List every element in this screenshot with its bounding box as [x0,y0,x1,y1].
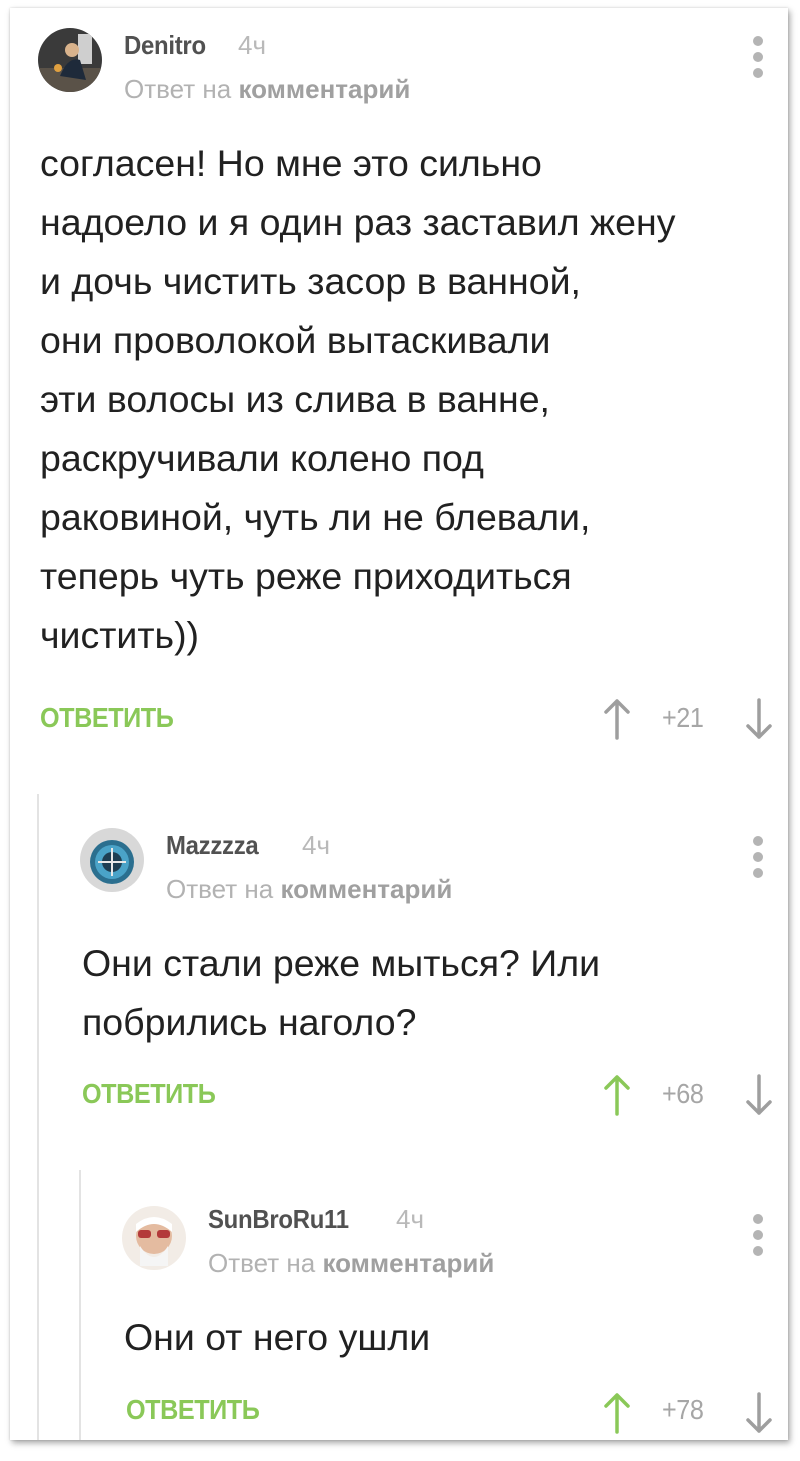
downvote-arrow-icon[interactable] [744,1074,774,1116]
reply-to-link[interactable]: Ответ на комментарий [208,1248,494,1279]
more-options-icon[interactable] [750,836,766,880]
reply-to-prefix: Ответ на [124,74,232,104]
comment-denitro: Denitro 4ч Ответ на комментарий согласен… [10,8,788,798]
old-man-sunglasses-avatar-icon [122,1206,186,1270]
avatar[interactable] [122,1206,186,1270]
reply-to-link[interactable]: Ответ на комментарий [166,874,452,905]
comment-time: 4ч [302,830,331,860]
downvote-arrow-icon[interactable] [744,1392,774,1434]
reply-to-prefix: Ответ на [166,874,274,904]
reply-to-target[interactable]: комментарий [322,1248,494,1278]
upvote-arrow-icon[interactable] [602,1074,632,1116]
thread-line [37,794,39,1440]
avatar[interactable] [80,828,144,892]
avatar[interactable] [38,28,102,92]
comment-body: Они стали реже мыться? Или побрились наг… [82,942,601,1043]
upvote-arrow-icon[interactable] [602,698,632,740]
more-options-icon[interactable] [750,1214,766,1258]
reply-to-prefix: Ответ на [208,1248,316,1278]
reply-button[interactable]: ОТВЕТИТЬ [126,1394,260,1426]
reply-to-target[interactable]: комментарий [280,874,452,904]
emblem-avatar-icon [80,828,144,892]
thread-line [79,1170,81,1440]
comment-time: 4ч [396,1204,425,1234]
comment-author[interactable]: Mazzzza [166,830,259,861]
comment-body: согласен! Но мне это сильно надоело и я … [40,142,676,656]
upvote-arrow-icon[interactable] [602,1392,632,1434]
comment-rating: +68 [662,1078,704,1109]
reply-to-link[interactable]: Ответ на комментарий [124,74,410,105]
comment-rating: +21 [662,702,704,733]
reply-to-target[interactable]: комментарий [238,74,410,104]
reply-button[interactable]: ОТВЕТИТЬ [40,702,174,734]
more-options-icon[interactable] [750,36,766,80]
comment-author[interactable]: SunBroRu11 [208,1204,349,1235]
user-photo-avatar-icon [38,28,102,92]
reply-button[interactable]: ОТВЕТИТЬ [82,1078,216,1110]
comment-rating: +78 [662,1394,704,1425]
comment-time: 4ч [238,30,267,60]
comment-author[interactable]: Denitro [124,30,206,61]
comments-panel: Denitro 4ч Ответ на комментарий согласен… [10,8,788,1440]
downvote-arrow-icon[interactable] [744,698,774,740]
comment-body: Они от него ушли [124,1316,431,1358]
